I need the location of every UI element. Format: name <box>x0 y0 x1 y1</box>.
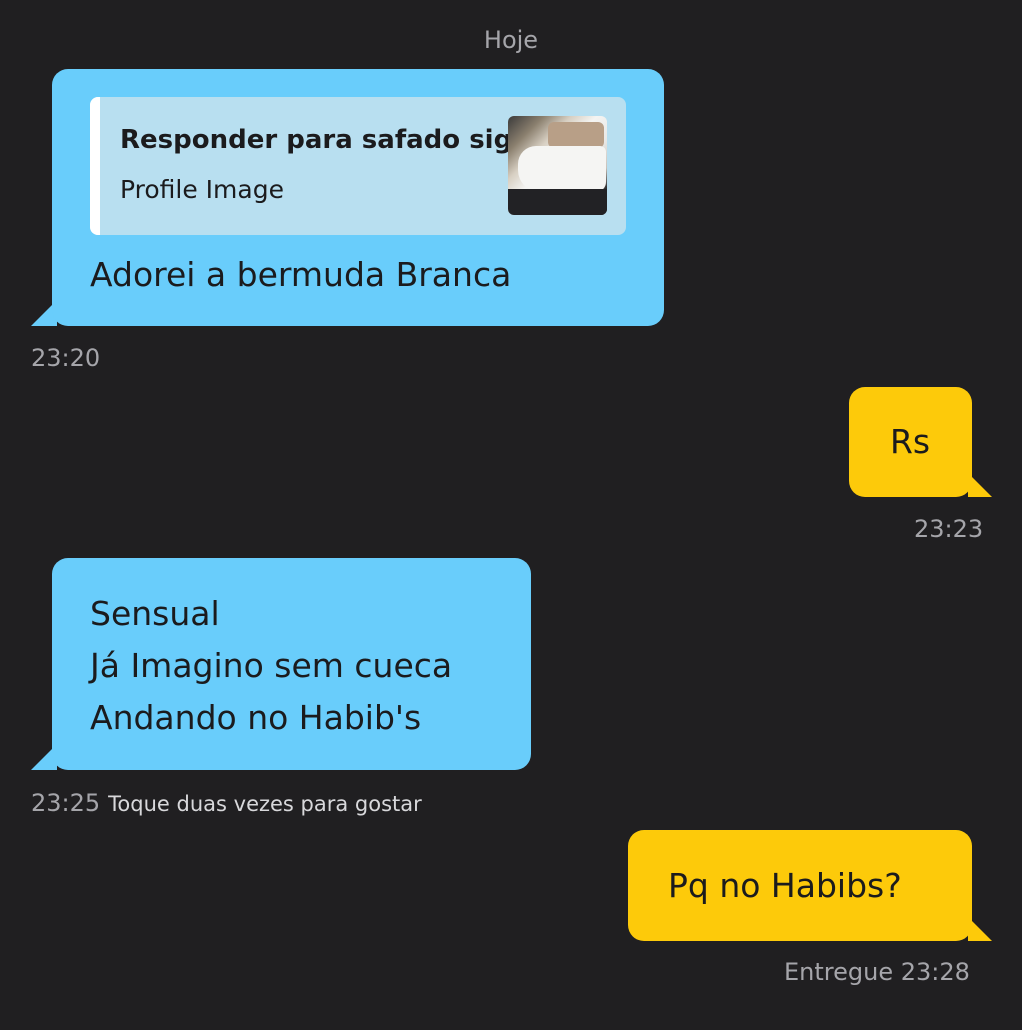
thumbnail-detail <box>548 122 604 148</box>
message-meta: 23:25 Toque duas vezes para gostar <box>31 788 422 819</box>
incoming-message-bubble[interactable]: Responder para safado sig Profile Image … <box>52 69 664 326</box>
message-timestamp: 23:20 <box>31 344 101 372</box>
outgoing-message-bubble[interactable]: Rs <box>849 387 972 497</box>
message-text: Adorei a bermuda Branca <box>90 255 512 294</box>
profile-photo-thumbnail[interactable] <box>508 116 607 215</box>
reply-accent-bar <box>90 97 100 235</box>
reply-subtitle: Profile Image <box>120 175 284 204</box>
outgoing-bubble-tail <box>968 917 992 941</box>
message-timestamp: 23:25 <box>31 789 101 817</box>
thumbnail-detail <box>508 189 607 215</box>
message-timestamp: 23:23 <box>914 515 984 543</box>
thumbnail-detail <box>518 146 606 192</box>
chat-conversation: Hoje Responder para safado sig Profile I… <box>0 0 1022 1030</box>
message-text: Rs <box>890 422 931 461</box>
message-text: Sensual Já Imagino sem cueca Andando no … <box>90 594 453 737</box>
incoming-message-bubble[interactable]: Sensual Já Imagino sem cueca Andando no … <box>52 558 531 770</box>
date-separator: Hoje <box>483 26 539 54</box>
reply-preview-card[interactable]: Responder para safado sig Profile Image <box>90 97 626 235</box>
double-tap-like-hint[interactable]: Toque duas vezes para gostar <box>108 792 422 816</box>
outgoing-bubble-tail <box>968 473 992 497</box>
reply-title: Responder para safado sig <box>120 125 513 155</box>
outgoing-message-bubble[interactable]: Pq no Habibs? <box>628 830 972 941</box>
message-text: Pq no Habibs? <box>668 866 902 905</box>
message-timestamp: 23:28 <box>900 958 970 986</box>
message-meta: Entregue 23:28 <box>784 957 970 987</box>
delivery-status: Entregue <box>784 958 894 986</box>
